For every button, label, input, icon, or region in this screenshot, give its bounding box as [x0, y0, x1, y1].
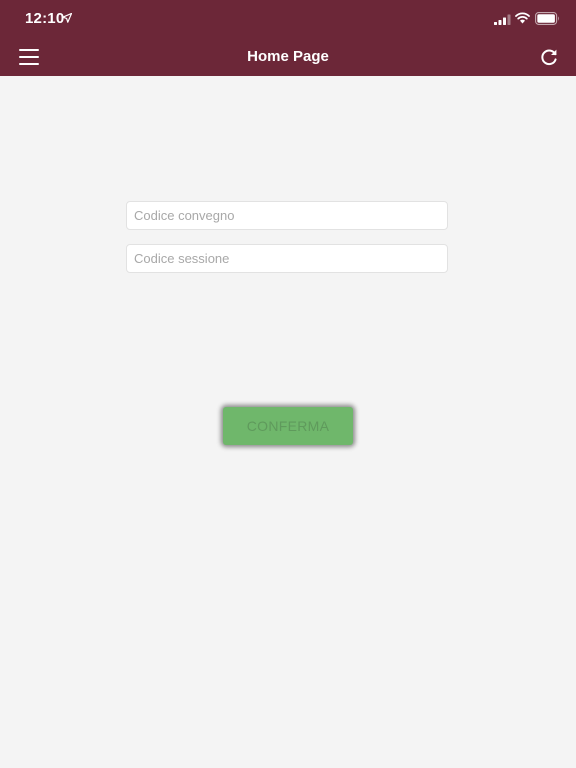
navigation-bar: Home Page	[0, 38, 576, 76]
wifi-icon	[515, 12, 530, 24]
signal-icon	[494, 14, 511, 25]
battery-icon	[535, 12, 559, 25]
status-time: 12:10	[25, 10, 65, 27]
page-title: Home Page	[247, 48, 329, 65]
location-arrow-icon	[62, 13, 72, 23]
codice-sessione-input[interactable]	[126, 244, 448, 273]
refresh-icon[interactable]	[538, 46, 560, 68]
status-bar: 12:10	[0, 0, 576, 38]
conferma-button[interactable]: CONFERMA	[223, 407, 353, 445]
app-header: 12:10 Home Page	[0, 0, 576, 76]
codice-convegno-input[interactable]	[126, 201, 448, 230]
